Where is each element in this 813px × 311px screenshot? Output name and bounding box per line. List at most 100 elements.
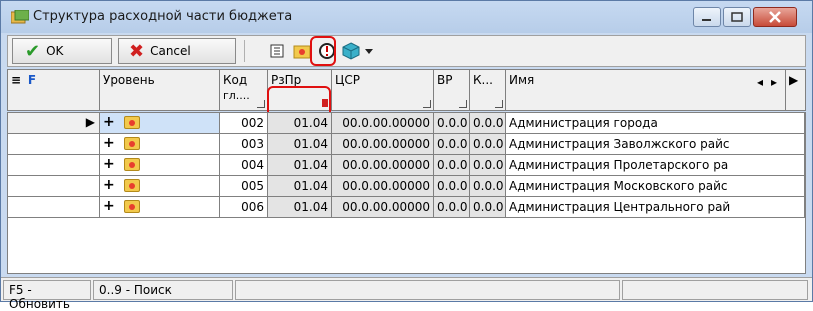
cell-kod[interactable]: 004: [220, 155, 268, 176]
scroll-left-icon[interactable]: ◂: [757, 74, 763, 90]
col-more[interactable]: ▶: [786, 70, 805, 110]
cell-csr[interactable]: 00.0.00.00000: [332, 134, 434, 155]
cell-imya[interactable]: Администрация Центрального рай: [506, 197, 805, 218]
close-button[interactable]: [753, 7, 797, 27]
table-row[interactable]: + 006 01.04 00.0.00.00000 0.0.0 0.0.0 Ад…: [8, 197, 805, 218]
expand-icon: +: [103, 198, 115, 214]
cell-kod[interactable]: 006: [220, 197, 268, 218]
toolbar: ✔ OK ✖ Cancel: [7, 35, 806, 67]
cell-uroven[interactable]: +: [100, 197, 220, 218]
filter-mark-icon: [257, 100, 265, 108]
grid-body: ▶ + 002 01.04 00.0.00.00000 0.0.0 0.0.0 …: [7, 112, 806, 274]
toolbar-separator: [244, 40, 245, 62]
status-search: 0..9 - Поиск: [93, 280, 233, 300]
cell-rzpr[interactable]: 01.04: [268, 134, 332, 155]
cell-csr[interactable]: 00.0.00.00000: [332, 197, 434, 218]
filter-mark-icon: [423, 100, 431, 108]
cell-vr[interactable]: 0.0.0: [434, 113, 470, 134]
cell-rzpr[interactable]: 01.04: [268, 155, 332, 176]
status-panel-empty: [235, 280, 620, 300]
table-row[interactable]: + 005 01.04 00.0.00.00000 0.0.0 0.0.0 Ад…: [8, 176, 805, 197]
cell-kod[interactable]: 005: [220, 176, 268, 197]
cell-imya[interactable]: Администрация Пролетарского ра: [506, 155, 805, 176]
cell-vr[interactable]: 0.0.0: [434, 155, 470, 176]
current-row-icon: ▶: [85, 115, 95, 129]
folder-icon: [124, 179, 140, 192]
window-title: Структура расходной части бюджета: [33, 9, 293, 24]
row-indicator: [8, 155, 100, 176]
folder-icon: [293, 45, 311, 59]
status-panel-empty: [622, 280, 808, 300]
expand-icon: +: [103, 156, 115, 172]
book-icon: [270, 44, 284, 58]
maximize-button[interactable]: [723, 7, 751, 27]
title-bar[interactable]: Структура расходной части бюджета: [1, 1, 812, 33]
filter-list-icon[interactable]: ≡: [11, 73, 21, 87]
dropdown-button[interactable]: [362, 40, 376, 62]
cell-uroven[interactable]: +: [100, 155, 220, 176]
cell-k[interactable]: 0.0.0: [470, 155, 506, 176]
col-k[interactable]: К...: [470, 70, 506, 110]
ok-button[interactable]: ✔ OK: [12, 38, 112, 64]
cell-vr[interactable]: 0.0.0: [434, 197, 470, 218]
cell-vr[interactable]: 0.0.0: [434, 176, 470, 197]
row-indicator: ▶: [8, 113, 100, 134]
cancel-x-icon: ✖: [129, 40, 145, 62]
col-vr[interactable]: ВР: [434, 70, 470, 110]
book-button[interactable]: [266, 40, 288, 62]
cell-k[interactable]: 0.0.0: [470, 197, 506, 218]
cell-imya[interactable]: Администрация Московского райс: [506, 176, 805, 197]
more-arrow-icon: ▶: [789, 73, 799, 87]
cell-rzpr[interactable]: 01.04: [268, 176, 332, 197]
ok-label: OK: [46, 44, 64, 58]
cell-rzpr[interactable]: 01.04: [268, 113, 332, 134]
col-kod[interactable]: Код гл....: [220, 70, 268, 110]
cell-imya[interactable]: Администрация Заволжского райс: [506, 134, 805, 155]
checkmark-icon: ✔: [25, 40, 41, 62]
cell-kod[interactable]: 002: [220, 113, 268, 134]
expand-icon: +: [103, 114, 115, 130]
filter-mark-icon: [495, 100, 503, 108]
cell-kod[interactable]: 003: [220, 134, 268, 155]
maximize-icon: [731, 12, 743, 22]
cell-imya[interactable]: Администрация города: [506, 113, 805, 134]
table-row[interactable]: ▶ + 002 01.04 00.0.00.00000 0.0.0 0.0.0 …: [8, 113, 805, 134]
folder-icon: [124, 137, 140, 150]
cell-uroven[interactable]: +: [100, 113, 220, 134]
cancel-label: Cancel: [150, 44, 191, 58]
folder-icon: [124, 116, 140, 129]
status-refresh: F5 - Обновить: [3, 280, 91, 311]
cell-k[interactable]: 0.0.0: [470, 113, 506, 134]
cube-icon: [342, 42, 360, 60]
table-row[interactable]: + 003 01.04 00.0.00.00000 0.0.0 0.0.0 Ад…: [8, 134, 805, 155]
cell-vr[interactable]: 0.0.0: [434, 134, 470, 155]
minimize-button[interactable]: [693, 7, 721, 27]
col-imya[interactable]: Имя ◂ ▸: [506, 70, 786, 110]
cancel-button[interactable]: ✖ Cancel: [118, 38, 236, 64]
cell-uroven[interactable]: +: [100, 134, 220, 155]
expand-icon: +: [103, 135, 115, 151]
cell-k[interactable]: 0.0.0: [470, 134, 506, 155]
highlight-alert: [310, 36, 336, 66]
row-indicator: [8, 197, 100, 218]
header-indicator[interactable]: ≡ F: [8, 70, 100, 110]
table-row[interactable]: + 004 01.04 00.0.00.00000 0.0.0 0.0.0 Ад…: [8, 155, 805, 176]
cell-csr[interactable]: 00.0.00.00000: [332, 176, 434, 197]
cell-csr[interactable]: 00.0.00.00000: [332, 155, 434, 176]
col-csr[interactable]: ЦСР: [332, 70, 434, 110]
cell-uroven[interactable]: +: [100, 176, 220, 197]
cube-button[interactable]: [340, 40, 362, 62]
row-indicator: [8, 134, 100, 155]
app-icon: [11, 10, 29, 24]
folder-icon: [124, 158, 140, 171]
filter-f-icon[interactable]: F: [28, 73, 36, 87]
grid-header: ≡ F Уровень Код гл.... РзПр ЦСР ВР К... …: [7, 69, 806, 111]
cell-rzpr[interactable]: 01.04: [268, 197, 332, 218]
cell-k[interactable]: 0.0.0: [470, 176, 506, 197]
status-bar: F5 - Обновить 0..9 - Поиск: [1, 277, 812, 311]
minimize-icon: [702, 19, 711, 21]
row-indicator: [8, 176, 100, 197]
cell-csr[interactable]: 00.0.00.00000: [332, 113, 434, 134]
scroll-right-icon[interactable]: ▸: [771, 74, 777, 90]
col-uroven[interactable]: Уровень: [100, 70, 220, 110]
